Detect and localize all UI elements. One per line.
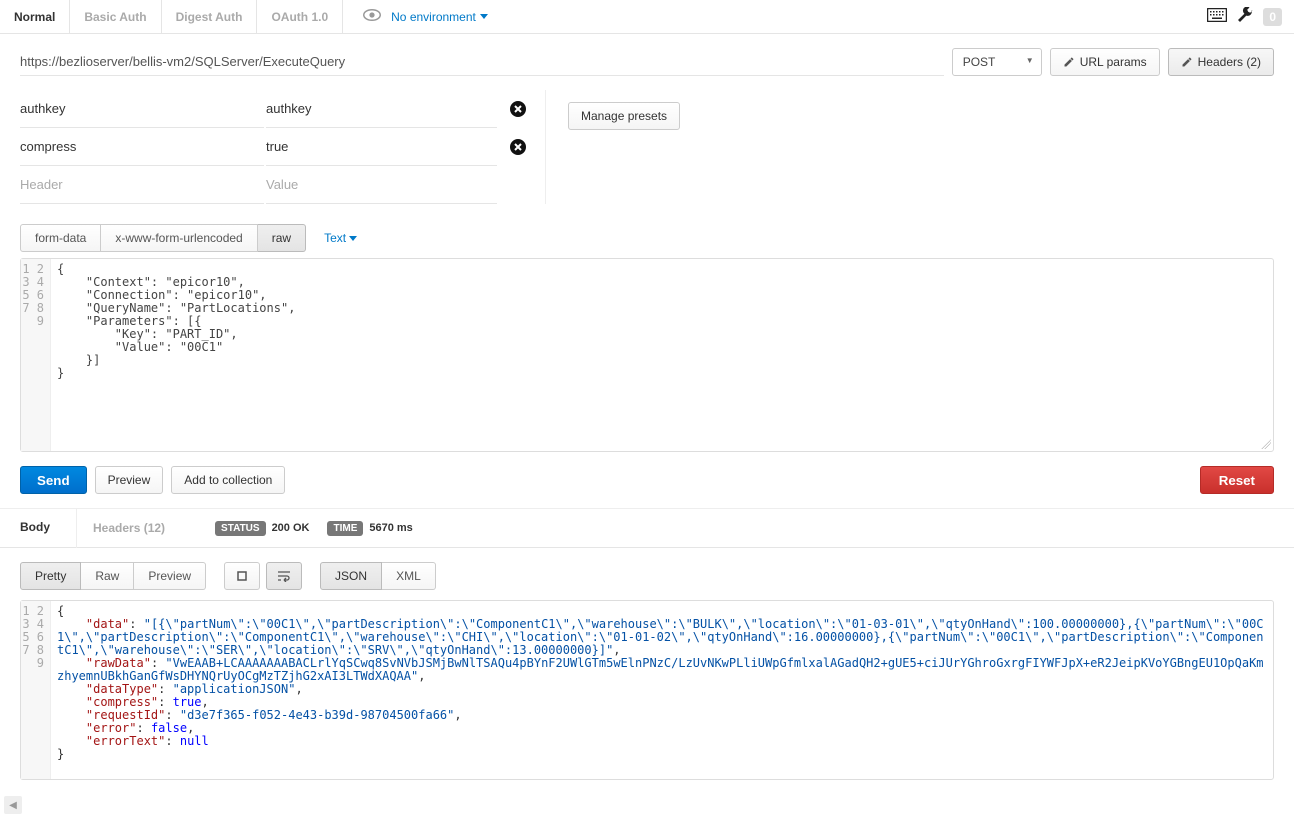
- url-input[interactable]: [20, 48, 944, 76]
- caret-down-icon: [480, 14, 488, 19]
- environment-selector[interactable]: No environment: [391, 10, 488, 24]
- keyboard-icon[interactable]: [1207, 8, 1227, 25]
- method-select[interactable]: POST: [952, 48, 1042, 76]
- caret-down-icon: [349, 236, 357, 241]
- header-key-input[interactable]: [20, 128, 264, 166]
- delete-header-icon[interactable]: [509, 138, 527, 156]
- body-type-row: form-data x-www-form-urlencoded raw Text: [0, 224, 1294, 258]
- response-body-editor[interactable]: 1 2 3 4 5 6 7 8 9 { "data": "[{\"partNum…: [20, 600, 1274, 780]
- response-controls: Pretty Raw Preview JSON XML: [0, 548, 1294, 600]
- header-row: [20, 90, 497, 128]
- headers-area: Manage presets: [0, 86, 1294, 224]
- manage-presets-button[interactable]: Manage presets: [568, 102, 680, 130]
- url-row: POST URL params Headers (2): [0, 34, 1294, 86]
- request-body-code[interactable]: { "Context": "epicor10", "Connection": "…: [51, 259, 1273, 451]
- header-key-input[interactable]: [20, 90, 264, 128]
- collapse-sidebar-icon[interactable]: ◀: [4, 796, 22, 814]
- tab-normal[interactable]: Normal: [0, 0, 70, 34]
- body-type-formdata[interactable]: form-data: [20, 224, 101, 252]
- resize-handle-icon[interactable]: [1261, 439, 1271, 449]
- resp-view-preview[interactable]: Preview: [134, 562, 206, 590]
- tab-basic-auth[interactable]: Basic Auth: [70, 0, 161, 34]
- header-row: [20, 128, 497, 166]
- preview-button[interactable]: Preview: [95, 466, 164, 494]
- line-gutter: 1 2 3 4 5 6 7 8 9: [21, 259, 51, 451]
- line-gutter: 1 2 3 4 5 6 7 8 9: [21, 601, 51, 779]
- response-tab-body[interactable]: Body: [12, 508, 58, 548]
- copy-response-icon[interactable]: [224, 562, 260, 590]
- url-params-button[interactable]: URL params: [1050, 48, 1160, 76]
- time-value: 5670 ms: [369, 522, 412, 534]
- resp-format-xml[interactable]: XML: [382, 562, 436, 590]
- reset-button[interactable]: Reset: [1200, 466, 1274, 494]
- body-type-segment: form-data x-www-form-urlencoded raw: [20, 224, 306, 252]
- body-type-urlencoded[interactable]: x-www-form-urlencoded: [101, 224, 257, 252]
- status-value: 200 OK: [272, 522, 310, 534]
- action-row: Send Preview Add to collection Reset: [0, 452, 1294, 508]
- settings-icon[interactable]: [1237, 7, 1253, 26]
- response-time: TIME 5670 ms: [327, 521, 412, 536]
- eye-icon[interactable]: [363, 9, 381, 24]
- time-label: TIME: [327, 521, 363, 536]
- resp-view-pretty[interactable]: Pretty: [20, 562, 81, 590]
- header-row-empty: [20, 166, 497, 204]
- body-type-raw[interactable]: raw: [258, 224, 306, 252]
- header-value-input[interactable]: [266, 90, 497, 128]
- tab-oauth[interactable]: OAuth 1.0: [257, 0, 343, 34]
- add-to-collection-button[interactable]: Add to collection: [171, 466, 285, 494]
- tab-digest-auth[interactable]: Digest Auth: [162, 0, 258, 34]
- status-label: STATUS: [215, 521, 266, 536]
- resp-format-json[interactable]: JSON: [320, 562, 382, 590]
- environment-label: No environment: [391, 10, 476, 24]
- headers-button[interactable]: Headers (2): [1168, 48, 1274, 76]
- delete-header-icon[interactable]: [509, 100, 527, 118]
- header-key-input[interactable]: [20, 166, 264, 204]
- request-body-editor[interactable]: 1 2 3 4 5 6 7 8 9 { "Context": "epicor10…: [20, 258, 1274, 452]
- send-button[interactable]: Send: [20, 466, 87, 494]
- response-tab-headers[interactable]: Headers (12): [76, 508, 173, 548]
- resp-view-raw[interactable]: Raw: [81, 562, 134, 590]
- response-status: STATUS 200 OK: [215, 521, 309, 536]
- response-tabs: Body Headers (12) STATUS 200 OK TIME 567…: [0, 508, 1294, 548]
- notification-badge[interactable]: 0: [1263, 8, 1282, 26]
- header-value-input[interactable]: [266, 166, 497, 204]
- body-format-selector[interactable]: Text: [324, 231, 357, 245]
- toggle-wrap-icon[interactable]: [266, 562, 302, 590]
- top-auth-tabs: Normal Basic Auth Digest Auth OAuth 1.0 …: [0, 0, 1294, 34]
- header-value-input[interactable]: [266, 128, 497, 166]
- response-body-code: { "data": "[{\"partNum\":\"00C1\",\"part…: [51, 601, 1273, 779]
